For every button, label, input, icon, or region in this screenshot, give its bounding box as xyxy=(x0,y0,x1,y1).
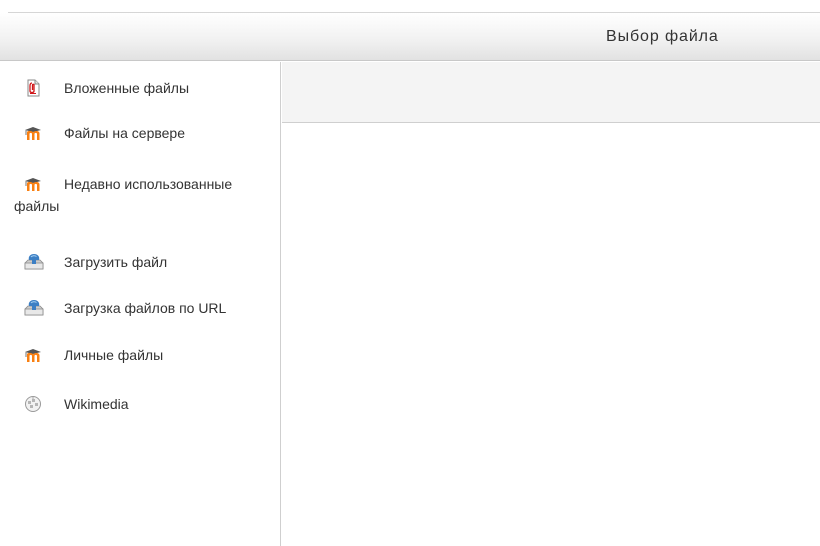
moodle-icon xyxy=(24,346,42,364)
repository-sidebar: Вложенные файлы Файлы на сервере Недавно… xyxy=(0,62,281,546)
sidebar-item-label: Файлы на сервере xyxy=(64,125,185,141)
moodle-icon xyxy=(24,175,42,193)
file-picker-dialog: Выбор файла Вложенные файлы Файлы на сер… xyxy=(0,0,820,546)
sidebar-item-wikimedia[interactable]: Wikimedia xyxy=(0,393,281,415)
moodle-icon xyxy=(24,124,42,142)
sidebar-item-upload-file[interactable]: Загрузить файл xyxy=(0,251,281,273)
sidebar-item-label-line1: Недавно использованные xyxy=(64,176,233,192)
sidebar-item-label: Wikimedia xyxy=(64,396,129,412)
sidebar-item-server-files[interactable]: Файлы на сервере xyxy=(0,122,281,144)
sidebar-item-recent-files[interactable]: Недавно использованные файлы xyxy=(0,173,281,217)
upload-icon xyxy=(24,253,44,271)
sidebar-item-label: Недавно использованные файлы xyxy=(0,173,281,217)
sidebar-item-label-line2: файлы xyxy=(14,198,60,214)
sidebar-item-private-files[interactable]: Личные файлы xyxy=(0,344,281,366)
file-toolbar xyxy=(282,62,820,123)
dialog-title: Выбор файла xyxy=(606,28,719,45)
sidebar-item-attached-files[interactable]: Вложенные файлы xyxy=(0,77,281,99)
upload-icon xyxy=(24,299,44,317)
sidebar-item-label: Личные файлы xyxy=(64,347,164,363)
attachment-file-icon xyxy=(24,79,42,97)
dialog-header[interactable]: Выбор файла xyxy=(0,13,820,61)
file-list-area[interactable] xyxy=(282,124,820,546)
sidebar-item-label: Вложенные файлы xyxy=(64,80,190,96)
wikimedia-icon xyxy=(24,395,42,413)
sidebar-item-url-download[interactable]: Загрузка файлов по URL xyxy=(0,297,281,319)
